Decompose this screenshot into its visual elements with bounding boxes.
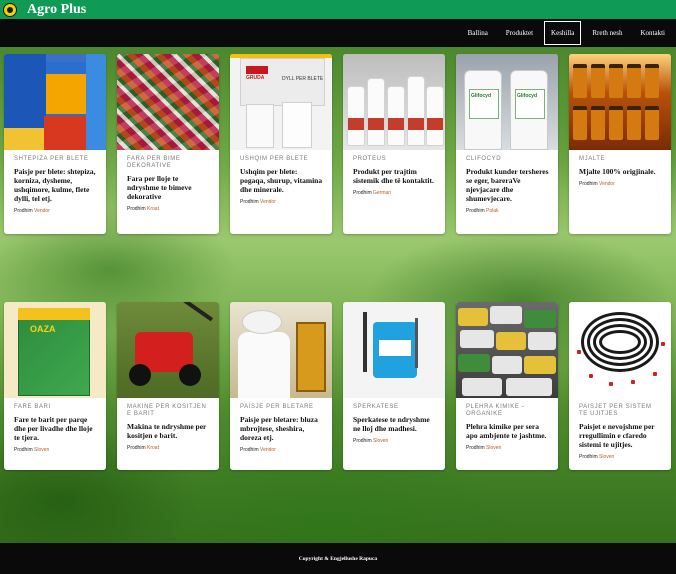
- nav-item-rreth-nesh[interactable]: Rreth nesh: [585, 21, 629, 45]
- page-footer: Copyright & Engjellushe Rapuca: [0, 543, 676, 574]
- product-card-ujitje[interactable]: Paisjet per sistem te ujitjes Paisjet e …: [569, 302, 671, 470]
- product-card-plehra[interactable]: Plehra kimike - organike Plehra kimike p…: [456, 302, 558, 470]
- card-title[interactable]: Sperkatese te ndryshme ne lloj dhe madhe…: [353, 415, 436, 433]
- beekeeper-image[interactable]: [230, 302, 332, 398]
- card-title[interactable]: Fara per lloje te ndryshme te bimeve dek…: [127, 174, 210, 201]
- beehive-boxes-image[interactable]: [4, 54, 106, 150]
- fertilizer-bags-image[interactable]: [456, 302, 558, 398]
- top-header-bar: Agro Plus: [0, 0, 676, 19]
- card-category: Proteus: [353, 156, 387, 162]
- product-card-fare-bari[interactable]: OAZA Fare bari Fare te barit per parqe d…: [4, 302, 106, 470]
- product-card-sperkatese[interactable]: Sperkatese Sperkatese te ndryshme ne llo…: [343, 302, 445, 470]
- nav-item-kontakti[interactable]: Kontakti: [634, 21, 673, 45]
- card-origin: Prodhim Vendor: [14, 208, 50, 214]
- nav-item-keshilla[interactable]: Keshilla: [544, 21, 582, 45]
- flower-seed-packets-image[interactable]: [117, 54, 219, 150]
- card-title[interactable]: Produkt kunder tersheres se eger, barera…: [466, 167, 549, 203]
- card-origin: Prodhim German: [353, 190, 392, 196]
- card-title[interactable]: Fare te barit per parqe dhe per livadhe …: [14, 415, 97, 442]
- card-origin: Prodhim Vendor: [579, 181, 615, 187]
- card-title[interactable]: Plehra kimike per sera apo ambjente te j…: [466, 422, 549, 440]
- card-origin: Prodhim Kroat: [127, 206, 159, 212]
- card-title[interactable]: Ushqim per blete: pogaqa, shurup, vitami…: [240, 167, 323, 194]
- product-card-makine[interactable]: Makine per kositjen e barit Makina te nd…: [117, 302, 219, 470]
- main-navigation: Ballina Produktet Keshilla Rreth nesh Ko…: [0, 19, 676, 47]
- nav-item-produktet[interactable]: Produktet: [499, 21, 540, 45]
- card-origin: Prodhim Sloven: [14, 447, 50, 453]
- bee-feed-image[interactable]: DYLL PER BLETE GRUDA: [230, 54, 332, 150]
- card-category: Plehra kimike - organike: [466, 404, 525, 417]
- grass-seed-package-image[interactable]: OAZA: [4, 302, 106, 398]
- card-title[interactable]: Produkt per trajtim sistemik dhe të kont…: [353, 167, 436, 185]
- card-origin: Prodhim Polak: [466, 208, 499, 214]
- card-category: Mjalte: [579, 156, 606, 162]
- site-brand-title[interactable]: Agro Plus: [27, 2, 86, 18]
- card-category: Fara per bime dekorative: [127, 156, 181, 169]
- proteus-bottles-image[interactable]: [343, 54, 445, 150]
- card-category: Paisjet per sistem te ujitjes: [579, 404, 652, 417]
- card-title[interactable]: Mjalte 100% origjinale.: [579, 167, 662, 176]
- card-category: Sperkatese: [353, 404, 399, 410]
- product-card-clifocyd[interactable]: Glifocyd Glifocyd Clifocyd Produkt kunde…: [456, 54, 558, 234]
- card-category: Fare bari: [14, 404, 51, 410]
- card-title[interactable]: Makina te ndryshme per kositjen e barit.: [127, 422, 210, 440]
- card-category: Paisje per bletare: [240, 404, 314, 410]
- irrigation-hose-image[interactable]: [569, 302, 671, 398]
- lawn-mower-image[interactable]: [117, 302, 219, 398]
- card-origin: Prodhim Sloven: [353, 438, 389, 444]
- card-origin: Prodhim Kroat: [127, 445, 159, 451]
- card-category: Ushqim per blete: [240, 156, 309, 162]
- card-title[interactable]: Paisje per blete: shtepiza, korniza, dys…: [14, 167, 97, 203]
- product-card-ushqim[interactable]: DYLL PER BLETE GRUDA Ushqim per blete Us…: [230, 54, 332, 234]
- nav-item-ballina[interactable]: Ballina: [461, 21, 495, 45]
- card-origin: Prodhim Vendor: [240, 199, 276, 205]
- backpack-sprayer-image[interactable]: [343, 302, 445, 398]
- copyright-text: Copyright & Engjellushe Rapuca: [298, 555, 378, 562]
- card-origin: Prodhim Sloven: [579, 454, 615, 460]
- card-category: Shtepiza per blete: [14, 156, 89, 162]
- card-category: Clifocyd: [466, 156, 502, 162]
- product-card-proteus[interactable]: Proteus Produkt per trajtim sistemik dhe…: [343, 54, 445, 234]
- clifocyd-canisters-image[interactable]: Glifocyd Glifocyd: [456, 54, 558, 150]
- honey-jars-image[interactable]: [569, 54, 671, 150]
- card-title[interactable]: Paisjet e nevojshme per rregullimin e cf…: [579, 422, 662, 449]
- product-card-shtepiza[interactable]: Shtepiza per blete Paisje per blete: sht…: [4, 54, 106, 234]
- card-origin: Prodhim Vendor: [240, 447, 276, 453]
- product-card-fara[interactable]: Fara per bime dekorative Fara per lloje …: [117, 54, 219, 234]
- sunflower-logo-icon[interactable]: [3, 2, 17, 17]
- card-category: Makine per kositjen e barit: [127, 404, 207, 417]
- card-origin: Prodhim Sloven: [466, 445, 502, 451]
- product-card-paisje-bletare[interactable]: Paisje per bletare Paisje per bletare: b…: [230, 302, 332, 470]
- product-card-mjalte[interactable]: Mjalte Mjalte 100% origjinale. Prodhim V…: [569, 54, 671, 234]
- card-title[interactable]: Paisje per bletare: bluza mbrojtese, she…: [240, 415, 323, 442]
